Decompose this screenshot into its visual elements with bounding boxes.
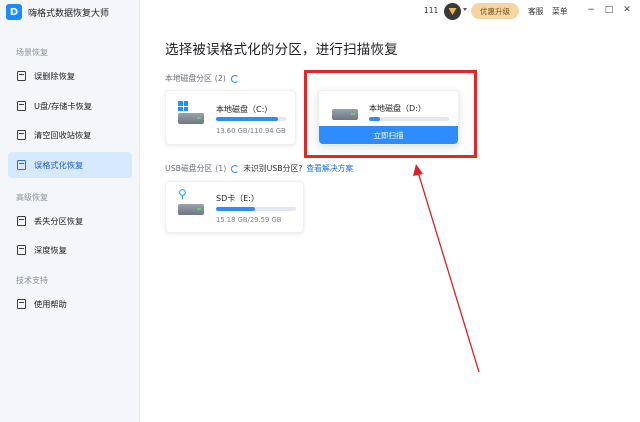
- upgrade-button[interactable]: 优惠升级: [471, 3, 519, 19]
- disk-card-sd[interactable]: ⚲ SD卡（E:） 15.18 GB/29.59 GB: [165, 181, 304, 233]
- maximize-button[interactable]: □: [603, 4, 615, 16]
- sidebar-item-deep-recovery[interactable]: 深度恢复: [8, 237, 132, 263]
- sidebar-item-label: 深度恢复: [34, 245, 67, 255]
- disk-size: 15.18 GB/29.59 GB: [216, 216, 282, 224]
- disk-card-c[interactable]: 本地磁盘（C:） 13.60 GB/110.94 GB: [165, 90, 296, 145]
- format-disk-icon: [17, 160, 26, 170]
- usb-drive-icon: [17, 101, 26, 111]
- refresh-icon[interactable]: [230, 74, 239, 83]
- sidebar-item-label: 清空回收站恢复: [34, 130, 92, 140]
- sidebar-group-advanced: 高级恢复: [16, 193, 48, 202]
- disk-size: 13.60 GB/110.94 GB: [216, 127, 286, 135]
- section-count: (1): [215, 164, 227, 173]
- close-button[interactable]: ✕: [621, 4, 633, 16]
- view-solution-link[interactable]: 查看解决方案: [306, 163, 353, 174]
- local-disk-section-header: 本地磁盘分区 (2): [165, 73, 239, 84]
- chevron-down-icon[interactable]: [463, 8, 467, 11]
- recycle-bin-icon: [17, 130, 26, 140]
- sidebar-item-label: 误删除恢复: [34, 71, 75, 81]
- section-count: (2): [214, 74, 226, 83]
- refresh-icon[interactable]: [231, 164, 240, 173]
- windows-icon: [178, 101, 188, 111]
- avatar[interactable]: [444, 3, 461, 20]
- disk-usage-bar: [216, 207, 296, 211]
- deep-scan-icon: [17, 245, 26, 255]
- trash-restore-icon: [17, 71, 26, 81]
- sidebar-group-support: 技术支持: [16, 276, 48, 285]
- sidebar-item-lost-partition[interactable]: 丢失分区恢复: [8, 208, 132, 234]
- sidebar-item-accidental-delete[interactable]: 误删除恢复: [8, 63, 132, 89]
- usb-icon: ⚲: [178, 187, 187, 201]
- title-bar: 111 优惠升级 客服 菜单 − □ ✕: [140, 0, 640, 22]
- app-window: D 嗨格式数据恢复大师 场景恢复 误删除恢复 U盘/存储卡恢复 清空回收站恢复 …: [0, 0, 640, 422]
- section-label: USB磁盘分区: [165, 164, 213, 173]
- minimize-button[interactable]: −: [585, 4, 597, 16]
- help-book-icon: [17, 299, 26, 309]
- sidebar-item-label: 丢失分区恢复: [34, 216, 84, 226]
- disk-usage-bar: [216, 117, 286, 121]
- page-title: 选择被误格式化的分区，进行扫描恢复: [165, 42, 398, 58]
- user-count: 111: [424, 6, 439, 15]
- menu-button[interactable]: 菜单: [552, 6, 568, 17]
- sidebar-group-scene: 场景恢复: [16, 48, 48, 57]
- sidebar-item-recycle-bin[interactable]: 清空回收站恢复: [8, 122, 132, 148]
- sidebar-item-usb-card[interactable]: U盘/存储卡恢复: [8, 93, 132, 119]
- highlight-box: [304, 70, 477, 158]
- customer-service-button[interactable]: 客服: [528, 6, 544, 17]
- section-label: 本地磁盘分区: [165, 74, 212, 83]
- sidebar-item-help[interactable]: 使用帮助: [8, 291, 132, 317]
- disk-name: 本地磁盘（C:）: [216, 105, 273, 114]
- sidebar-item-label: U盘/存储卡恢复: [34, 101, 92, 111]
- disk-usage-fill: [216, 207, 256, 211]
- sidebar-item-label: 误格式化恢复: [34, 160, 84, 170]
- sidebar-item-format-recovery[interactable]: 误格式化恢复: [8, 152, 132, 178]
- app-header: D 嗨格式数据恢复大师: [6, 2, 109, 22]
- hard-disk-icon: [178, 204, 204, 215]
- usb-disk-section-header: USB磁盘分区 (1) 未识别USB分区? 查看解决方案: [165, 163, 353, 174]
- vip-shield-icon: [448, 8, 457, 15]
- sidebar: D 嗨格式数据恢复大师 场景恢复 误删除恢复 U盘/存储卡恢复 清空回收站恢复 …: [0, 0, 140, 422]
- sidebar-item-label: 使用帮助: [34, 299, 67, 309]
- disk-usage-fill: [216, 117, 278, 121]
- hard-disk-icon: [178, 113, 204, 124]
- usb-unrecognized-note: 未识别USB分区?: [243, 164, 303, 173]
- app-title: 嗨格式数据恢复大师: [28, 8, 110, 19]
- app-logo: D: [6, 4, 22, 20]
- lost-partition-icon: [17, 216, 26, 226]
- disk-name: SD卡（E:）: [216, 194, 259, 203]
